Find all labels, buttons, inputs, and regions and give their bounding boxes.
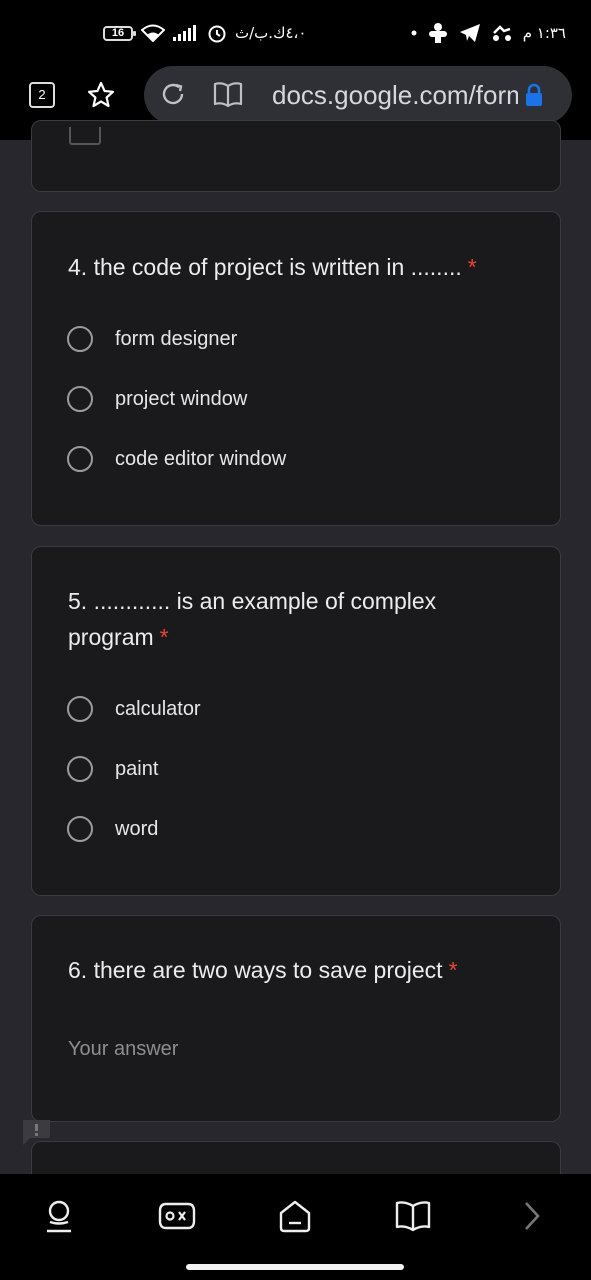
question-title: 6. there are two ways to save project * (68, 957, 458, 983)
radio-option[interactable]: word (67, 813, 158, 845)
game-icon (427, 22, 449, 44)
reader-mode-icon[interactable] (213, 80, 243, 113)
radio-option[interactable]: form designer (67, 323, 237, 355)
question-title: 5. ............ is an example of complex… (68, 588, 437, 650)
option-label: code editor window (115, 447, 287, 470)
battery-icon: 16 (103, 25, 136, 41)
radio-button[interactable] (67, 696, 93, 722)
option-label: paint (115, 757, 159, 780)
question-card-4: 4. the code of project is written in ...… (31, 211, 561, 526)
dot-icon (411, 30, 417, 36)
radio-button[interactable] (67, 326, 93, 352)
telegram-icon (459, 23, 481, 43)
book-icon[interactable] (393, 1196, 433, 1236)
question-title: 4. the code of project is written in ...… (68, 254, 477, 280)
gamepad-icon[interactable] (157, 1196, 197, 1236)
status-left: 16 ٤،٠ك.ب/ث (103, 22, 306, 44)
profile-icon[interactable] (39, 1196, 79, 1236)
option-label: project window (115, 387, 248, 410)
tab-switcher-button[interactable]: 2 (29, 82, 55, 108)
required-mark: * (448, 957, 458, 983)
signal-icon (173, 25, 199, 41)
answer-input[interactable]: Your answer (68, 1038, 178, 1061)
radio-option[interactable]: calculator (67, 693, 201, 725)
option-label: word (115, 817, 159, 840)
delivery-icon (491, 23, 513, 43)
alarm-icon (207, 23, 227, 43)
lock-icon[interactable] (524, 83, 544, 112)
question-card-5: 5. ............ is an example of complex… (31, 546, 561, 896)
network-speed: ٤،٠ك.ب/ث (235, 24, 307, 42)
wifi-icon (141, 24, 165, 42)
option-label: form designer (115, 327, 238, 350)
radio-option[interactable]: code editor window (67, 443, 286, 475)
reload-icon[interactable] (159, 80, 187, 113)
clock: ١:٣٦ م (522, 24, 566, 42)
status-bar: 16 ٤،٠ك.ب/ث ١:٣٦ م (0, 0, 591, 64)
radio-button[interactable] (67, 756, 93, 782)
radio-button[interactable] (67, 446, 93, 472)
bookmark-star-icon[interactable] (86, 80, 116, 115)
radio-button[interactable] (67, 386, 93, 412)
checkbox-partial[interactable] (69, 127, 101, 145)
home-icon[interactable] (275, 1196, 315, 1236)
radio-option[interactable]: project window (67, 383, 247, 415)
required-mark: * (467, 254, 477, 280)
feedback-icon[interactable] (21, 1118, 52, 1146)
previous-question-card (31, 120, 561, 192)
radio-button[interactable] (67, 816, 93, 842)
option-label: calculator (115, 697, 201, 720)
forward-icon[interactable] (511, 1196, 551, 1236)
radio-option[interactable]: paint (67, 753, 158, 785)
question-card-6: 6. there are two ways to save project * Y… (31, 915, 561, 1122)
status-right: ١:٣٦ م (411, 22, 566, 44)
required-mark: * (159, 624, 169, 650)
home-indicator[interactable] (186, 1264, 404, 1270)
url-text[interactable]: docs.google.com/forms (272, 78, 518, 112)
